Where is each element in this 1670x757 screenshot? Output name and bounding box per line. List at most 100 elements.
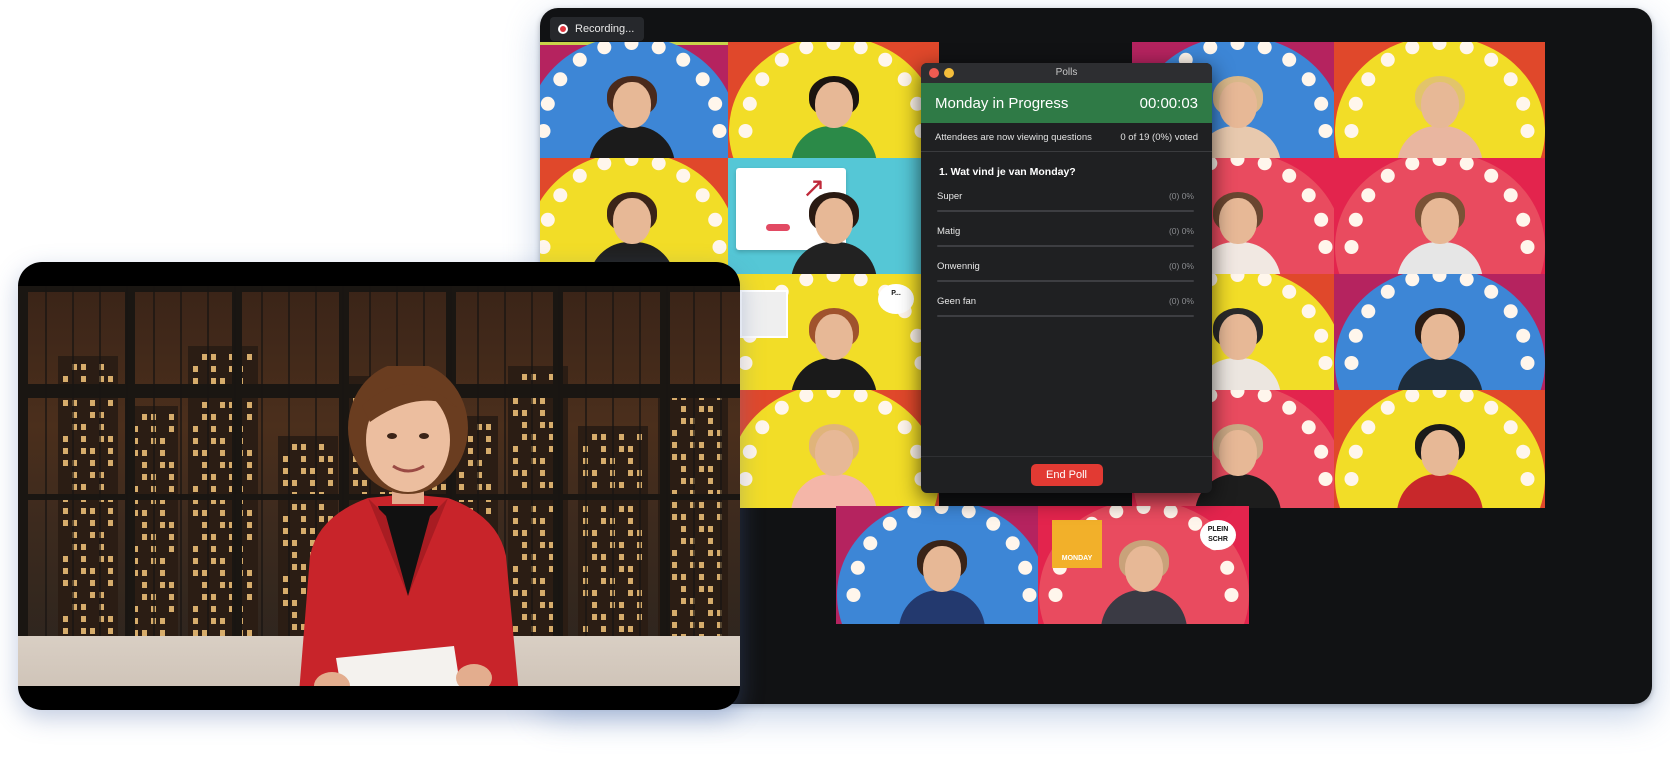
- participant-avatar: [789, 306, 879, 392]
- light-bulb: [553, 72, 568, 87]
- lit-window: [81, 604, 86, 610]
- lit-window: [211, 378, 216, 384]
- lit-window: [211, 546, 216, 552]
- lit-window: [63, 568, 68, 574]
- lit-window: [220, 450, 225, 456]
- lit-window: [672, 442, 677, 448]
- poll-option-label: Onwennig: [937, 261, 980, 272]
- light-bulb: [850, 560, 865, 575]
- lit-window: [63, 520, 68, 526]
- participant-avatar: [1395, 306, 1485, 392]
- poll-option-label: Super: [937, 191, 963, 202]
- polls-dialog: Polls Monday in Progress 00:00:03 Attend…: [921, 63, 1212, 493]
- lit-window: [220, 618, 225, 624]
- lit-window: [169, 486, 174, 492]
- participant-video-tile[interactable]: P...: [728, 274, 939, 392]
- lit-window: [90, 508, 95, 514]
- light-bulb: [651, 42, 666, 55]
- light-bulb: [1459, 42, 1474, 55]
- lit-window: [601, 554, 606, 560]
- poll-option: Matig (0) 0%: [921, 219, 1212, 254]
- lit-window: [672, 574, 677, 580]
- lit-window: [169, 522, 174, 528]
- lit-window: [708, 526, 713, 532]
- participant-video-tile[interactable]: [1334, 390, 1545, 508]
- lit-window: [81, 556, 86, 562]
- lit-window: [601, 626, 606, 632]
- light-bulb: [540, 96, 555, 111]
- light-bulb: [1282, 400, 1297, 415]
- light-bulb: [1516, 212, 1531, 227]
- light-bulb: [1224, 588, 1239, 602]
- light-bulb: [1503, 188, 1518, 203]
- close-window-icon[interactable]: [929, 68, 939, 78]
- minimize-window-icon[interactable]: [944, 68, 954, 78]
- participant-video-tile[interactable]: [728, 42, 939, 160]
- participant-video-tile[interactable]: [540, 158, 737, 276]
- light-bulb: [1005, 536, 1020, 551]
- lit-window: [708, 538, 713, 544]
- light-bulb: [738, 124, 753, 138]
- lit-window: [592, 554, 597, 560]
- lit-window: [681, 454, 686, 460]
- lit-window: [211, 414, 216, 420]
- lit-window: [81, 424, 86, 430]
- lit-window: [220, 570, 225, 576]
- participant-video-tile[interactable]: [1334, 274, 1545, 392]
- lit-window: [193, 486, 198, 492]
- light-bulb: [774, 52, 789, 67]
- light-bulb: [1163, 506, 1178, 519]
- participant-video-tile[interactable]: MONDAY PLEIN SCHR: [1038, 506, 1249, 624]
- lit-window: [592, 530, 597, 536]
- lit-window: [708, 550, 713, 556]
- lit-window: [202, 522, 207, 528]
- recording-indicator[interactable]: Recording...: [550, 17, 645, 41]
- lit-window: [220, 438, 225, 444]
- lit-window: [142, 474, 147, 480]
- participant-video-tile[interactable]: [540, 42, 737, 160]
- lit-window: [108, 400, 113, 406]
- lit-window: [247, 462, 252, 468]
- participant-video-tile[interactable]: ↗: [728, 158, 939, 276]
- lit-window: [63, 508, 68, 514]
- lit-window: [211, 558, 216, 564]
- participant-video-tile[interactable]: [836, 506, 1047, 624]
- light-bulb: [676, 168, 691, 183]
- end-poll-button[interactable]: End Poll: [1030, 464, 1103, 486]
- light-bulb: [799, 390, 814, 403]
- presenter-video: [18, 262, 740, 710]
- lit-window: [169, 474, 174, 480]
- lit-window: [699, 526, 704, 532]
- lit-window: [63, 460, 68, 466]
- light-bulb: [676, 52, 691, 67]
- light-bulb: [1520, 240, 1535, 254]
- lit-window: [108, 568, 113, 574]
- window-mullion: [639, 286, 641, 636]
- lit-window: [619, 506, 624, 512]
- poll-name: Monday in Progress: [935, 94, 1069, 112]
- lit-window: [211, 618, 216, 624]
- light-bulb: [961, 506, 976, 519]
- light-bulb: [907, 506, 922, 519]
- lit-window: [708, 418, 713, 424]
- lit-window: [628, 518, 633, 524]
- lit-window: [160, 582, 165, 588]
- light-bulb: [799, 274, 814, 287]
- participant-video-tile[interactable]: [1334, 158, 1545, 276]
- light-bulb: [738, 356, 753, 370]
- participant-video-tile[interactable]: [1334, 42, 1545, 160]
- light-bulb: [986, 516, 1001, 531]
- light-bulb: [1484, 284, 1499, 299]
- lit-window: [247, 534, 252, 540]
- lit-window: [108, 628, 113, 634]
- participant-video-tile[interactable]: [728, 390, 939, 508]
- light-bulb: [1348, 444, 1363, 459]
- news-anchor: [299, 366, 519, 686]
- participant-avatar: [587, 74, 677, 160]
- lit-window: [699, 574, 704, 580]
- light-bulb: [738, 472, 753, 486]
- window-mullion: [180, 286, 182, 636]
- light-bulb: [1220, 560, 1235, 575]
- light-bulb: [826, 42, 841, 50]
- polls-footer: End Poll: [921, 456, 1212, 493]
